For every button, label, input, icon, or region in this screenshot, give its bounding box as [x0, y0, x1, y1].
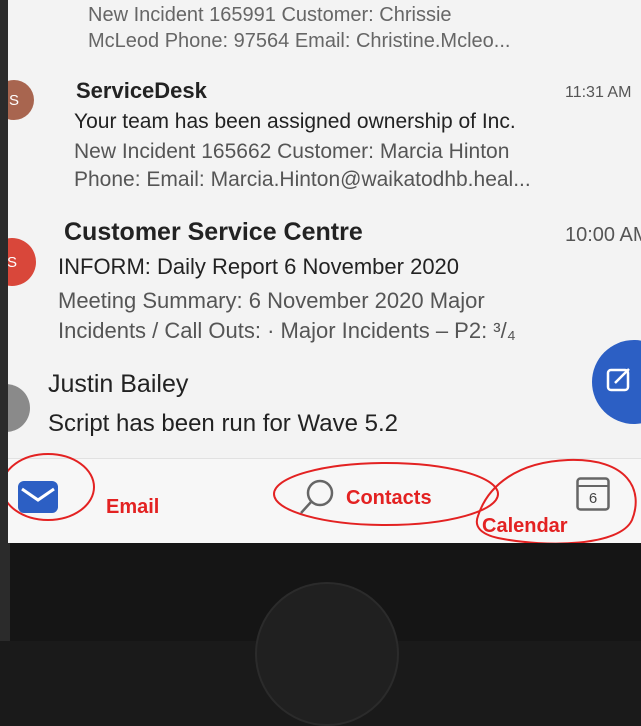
email-preview-line: New Incident 165991 Customer: Chrissie [88, 4, 452, 26]
email-item[interactable]: New Incident 165991 Customer: Chrissie M… [8, 0, 641, 64]
email-sender: ServiceDesk [76, 78, 207, 103]
email-subject: Script has been run for Wave 5.2 [48, 410, 398, 437]
email-item[interactable]: S Customer Service Centre 10:00 AM INFOR… [8, 208, 641, 344]
home-button[interactable] [255, 582, 399, 726]
email-sender: Justin Bailey [48, 370, 189, 398]
email-subject: INFORM: Daily Report 6 November 2020 [58, 254, 460, 279]
sender-avatar: S [8, 238, 36, 286]
email-item[interactable]: S ServiceDesk 11:31 AM Your team has bee… [8, 66, 641, 202]
email-item[interactable]: Justin Bailey Script has been run for Wa… [8, 360, 641, 458]
email-sender: Customer Service Centre [64, 218, 363, 246]
email-preview-line: Incidents / Call Outs: · Major Incidents… [58, 318, 516, 343]
email-time: 11:31 AM [565, 84, 632, 101]
mail-icon [18, 481, 58, 513]
calendar-day: 6 [588, 490, 598, 507]
email-subject: Your team has been assigned ownership of… [74, 110, 516, 133]
email-preview-line: Meeting Summary: 6 November 2020 Major [58, 288, 485, 313]
sender-avatar [8, 384, 30, 432]
email-list[interactable]: New Incident 165991 Customer: Chrissie M… [8, 0, 641, 458]
sender-avatar: S [8, 80, 34, 120]
email-time: 10:00 AM [565, 224, 641, 246]
tab-calendar[interactable]: 6 [566, 469, 626, 529]
tab-email[interactable] [10, 469, 70, 529]
annotation-label-calendar: Calendar [482, 515, 568, 537]
tab-contacts[interactable] [288, 469, 348, 529]
search-icon [300, 479, 334, 514]
phone-screen: New Incident 165991 Customer: Chrissie M… [8, 0, 641, 543]
annotation-label-contacts: Contacts [346, 487, 432, 509]
email-preview-line: New Incident 165662 Customer: Marcia Hin… [74, 140, 510, 163]
annotation-label-email: Email [106, 496, 160, 518]
email-preview-line: Phone: Email: Marcia.Hinton@waikatodhb.h… [74, 168, 531, 191]
compose-icon [606, 368, 630, 392]
email-preview-line: McLeod Phone: 97564 Email: Christine.Mcl… [88, 30, 511, 52]
